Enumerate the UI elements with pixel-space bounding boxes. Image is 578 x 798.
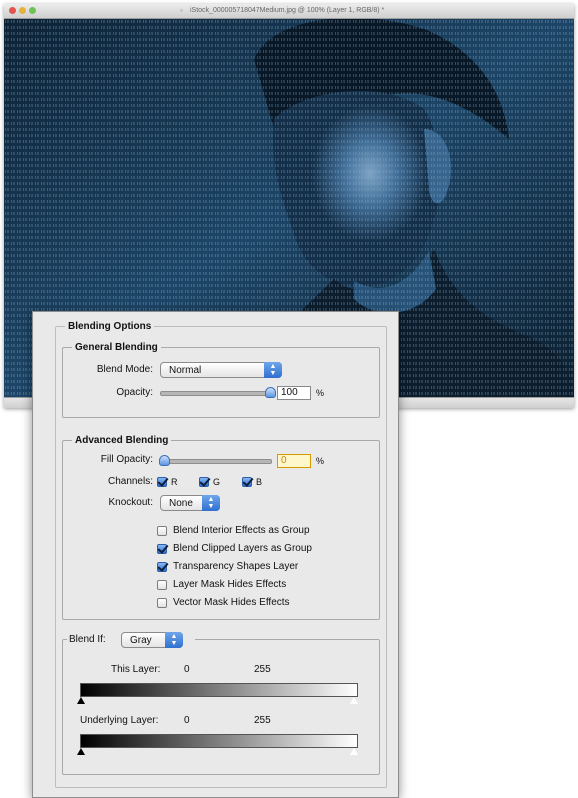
this-layer-low-value: 0 (184, 664, 190, 675)
fill-opacity-label: Fill Opacity: (100, 454, 153, 465)
blend-if-value: Gray (130, 635, 152, 646)
up-down-arrows-icon: ▲ ▼ (202, 495, 220, 511)
blending-options-frame: Blending Options General Blending Blend … (55, 320, 387, 788)
this-layer-high-value: 255 (254, 664, 271, 675)
opacity-label: Opacity: (116, 387, 153, 398)
this-layer-white-slider[interactable] (349, 696, 359, 705)
transparency-shapes-checkbox[interactable] (157, 562, 167, 572)
zoom-window-icon[interactable] (29, 7, 36, 14)
blend-if-group: Blend If: Gray ▲ ▼ This Layer: 0 255 Unde… (62, 630, 380, 775)
layer-mask-label: Layer Mask Hides Effects (173, 579, 287, 590)
opacity-percent: % (316, 388, 325, 398)
general-blending-group: General Blending Blend Mode: Normal ▲ ▼ O… (62, 341, 380, 418)
transparency-shapes-label: Transparency Shapes Layer (173, 561, 299, 572)
opacity-slider-thumb[interactable] (265, 387, 276, 398)
this-layer-gradient-ramp (80, 683, 358, 697)
blend-clipped-checkbox[interactable] (157, 544, 167, 554)
document-icon: ▫ (180, 6, 183, 15)
channels-label: Channels: (107, 476, 153, 487)
document-titlebar[interactable]: ▫ iStock_000005718047Medium.jpg @ 100% (… (4, 4, 574, 19)
fill-opacity-percent: % (316, 456, 325, 466)
underlying-layer-black-slider[interactable] (77, 748, 85, 755)
knockout-label: Knockout: (108, 497, 153, 508)
blend-if-header: Blend If: Gray ▲ ▼ (67, 630, 195, 650)
document-title: iStock_000005718047Medium.jpg @ 100% (La… (190, 7, 385, 14)
channel-g-label: G (213, 477, 221, 487)
layer-style-dialog: Blending Options General Blending Blend … (32, 311, 399, 798)
channel-b-checkbox[interactable] (242, 477, 252, 487)
opacity-slider-track[interactable] (160, 391, 272, 396)
knockout-value: None (169, 498, 193, 509)
underlying-layer-high-value: 255 (254, 715, 271, 726)
blend-if-label: Blend If: (69, 634, 106, 645)
close-window-icon[interactable] (9, 7, 16, 14)
blend-mode-value: Normal (169, 365, 202, 376)
blending-options-heading: Blending Options (65, 320, 155, 333)
this-layer-label: This Layer: (111, 664, 161, 675)
general-blending-legend: General Blending (72, 341, 161, 354)
blend-mode-label: Blend Mode: (96, 364, 153, 375)
vector-mask-label: Vector Mask Hides Effects (173, 597, 290, 608)
underlying-layer-gradient-ramp (80, 734, 358, 748)
this-layer-black-slider[interactable] (77, 697, 85, 704)
fill-opacity-slider-thumb[interactable] (159, 455, 170, 466)
fill-opacity-slider-track[interactable] (160, 459, 272, 464)
vector-mask-checkbox[interactable] (157, 598, 167, 608)
underlying-layer-low-value: 0 (184, 715, 190, 726)
channel-r-checkbox[interactable] (157, 477, 167, 487)
channel-r-label: R (171, 477, 178, 487)
knockout-select[interactable]: None ▲ ▼ (160, 495, 220, 511)
layer-mask-checkbox[interactable] (157, 580, 167, 590)
channel-g-checkbox[interactable] (199, 477, 209, 487)
channel-b-label: B (256, 477, 263, 487)
underlying-layer-label: Underlying Layer: (80, 715, 159, 726)
blend-interior-checkbox[interactable] (157, 526, 167, 536)
blend-clipped-label: Blend Clipped Layers as Group (173, 543, 312, 554)
advanced-blending-group: Advanced Blending Fill Opacity: 0 % Chan… (62, 434, 380, 620)
fill-opacity-input[interactable]: 0 (277, 454, 311, 468)
opacity-input[interactable]: 100 (277, 386, 311, 400)
underlying-layer-white-slider[interactable] (349, 747, 359, 756)
minimize-window-icon[interactable] (19, 7, 26, 14)
advanced-blending-legend: Advanced Blending (72, 434, 172, 447)
up-down-arrows-icon: ▲ ▼ (165, 632, 183, 648)
blend-interior-label: Blend Interior Effects as Group (173, 525, 310, 536)
up-down-arrows-icon: ▲ ▼ (264, 362, 282, 378)
blend-if-select[interactable]: Gray ▲ ▼ (121, 632, 183, 648)
blend-mode-select[interactable]: Normal ▲ ▼ (160, 362, 282, 378)
